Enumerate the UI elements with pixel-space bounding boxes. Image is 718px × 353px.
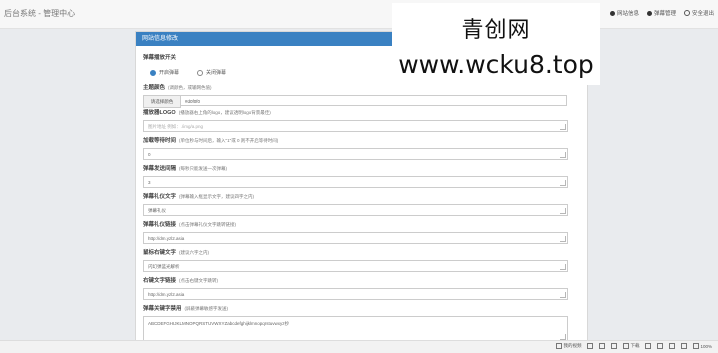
gift-link-label: 弹幕礼仪链接 (点击弹幕礼仪文字跳转链接) <box>143 222 237 228</box>
status-item[interactable] <box>599 343 606 349</box>
status-download[interactable]: 下载 <box>623 343 639 349</box>
retry-input[interactable]: 0 <box>143 148 568 160</box>
gift-text-group: 弹幕礼仪文字 (弹幕输入框显示文字，建议四字之内) 弹幕礼仪 <box>143 192 568 216</box>
top-nav: 网站信息 弹幕管理 安全退出 <box>609 9 714 17</box>
interval-label: 弹幕发送间隔 (每秒只能发送一次弹幕) <box>143 166 228 172</box>
status-item[interactable] <box>657 343 664 349</box>
retry-value: 0 <box>148 152 151 157</box>
right-link-value: http://dm.yzl2.asia <box>148 292 185 297</box>
power-icon <box>683 10 690 16</box>
nav-danmaku[interactable]: 弹幕管理 <box>646 9 676 17</box>
logo-group: 播放器LOGO (播放器右上角的logo，建议透明logo背景最佳) 图片地址 例… <box>143 108 568 132</box>
logo-label: 播放器LOGO (播放器右上角的logo，建议透明logo背景最佳) <box>143 110 271 116</box>
logo-placeholder: 图片地址 例如：./img/a.png <box>148 124 204 129</box>
radio-label: 关闭弹幕 <box>206 70 227 76</box>
nav-label: 安全退出 <box>691 11 714 17</box>
video-icon <box>556 343 563 349</box>
interval-group: 弹幕发送间隔 (每秒只能发送一次弹幕) 3 <box>143 164 568 188</box>
resize-grip-icon[interactable] <box>560 208 566 214</box>
gift-link-group: 弹幕礼仪链接 (点击弹幕礼仪文字跳转链接) http://dm.yzl2.asia <box>143 220 568 244</box>
right-link-label: 右键文字链接 (点击右键文字跳转) <box>143 278 219 284</box>
screen-icon <box>599 343 606 349</box>
interval-value: 3 <box>148 180 151 185</box>
nav-logout[interactable]: 安全退出 <box>683 9 714 17</box>
status-item[interactable] <box>587 343 594 349</box>
interval-input[interactable]: 3 <box>143 176 568 188</box>
resize-grip-icon[interactable] <box>560 180 566 186</box>
color-row: 请选择颜色 #d0f0f0 <box>143 95 567 108</box>
blocked-words-value: ABCDEFGHIJKLMNOPQRSTUVWXYZabcdefghijklmn… <box>148 321 290 326</box>
right-link-group: 右键文字链接 (点击右键文字跳转) http://dm.yzl2.asia <box>143 276 568 300</box>
retry-label: 加载等待时间 (单位秒与时间后，输入"1"或 0 则不开启等待时间) <box>143 138 279 144</box>
radio-on[interactable]: 开启弹幕 <box>150 69 179 76</box>
switch-label: 弹幕播放开关 <box>143 55 177 61</box>
grid-icon <box>611 343 618 349</box>
watermark-url: www.wcku8.top <box>398 50 594 79</box>
gift-text-label: 弹幕礼仪文字 (弹幕输入框显示文字，建议四字之内) <box>143 194 255 200</box>
right-text-label: 鼠标右键文字 (建议六字之内) <box>143 250 210 256</box>
blocked-words-label: 弹幕关键字禁用 (屏蔽弹幕敏感字发送) <box>143 306 229 312</box>
speaker-icon <box>681 343 688 349</box>
status-label: 我的视频 <box>563 343 582 348</box>
pick-color-button[interactable]: 请选择颜色 <box>143 95 181 108</box>
resize-grip-icon[interactable] <box>560 152 566 158</box>
logo-input[interactable]: 图片地址 例如：./img/a.png <box>143 120 568 132</box>
color-value-input[interactable]: #d0f0f0 <box>181 95 567 106</box>
theme-color-group: 主题颜色 (调颜色，或输网色值) 请选择颜色 #d0f0f0 <box>143 83 567 108</box>
status-item[interactable] <box>669 343 676 349</box>
zoom-icon <box>693 343 700 349</box>
gift-text-input[interactable]: 弹幕礼仪 <box>143 204 568 216</box>
watermark-banner: 青创网 www.wcku8.top <box>392 3 600 85</box>
info-icon <box>646 10 652 16</box>
square-icon <box>587 343 594 349</box>
status-my-video[interactable]: 我的视频 <box>556 343 581 349</box>
radio-unchecked-icon <box>197 69 204 76</box>
gift-link-input[interactable]: http://dm.yzl2.asia <box>143 232 568 244</box>
resize-grip-icon[interactable] <box>560 124 566 130</box>
gift-text-value: 弹幕礼仪 <box>148 208 166 213</box>
status-item[interactable] <box>681 343 688 349</box>
download-icon <box>623 343 630 349</box>
app-title: 后台系统 - 管理中心 <box>4 9 76 18</box>
radio-label: 开启弹幕 <box>159 70 180 76</box>
sound-icon <box>669 343 676 349</box>
settings-icon <box>609 10 615 16</box>
right-text-input[interactable]: 闪幻弹蓝光解析 <box>143 260 568 272</box>
nav-label: 网站信息 <box>616 11 639 17</box>
watermark-cn: 青创网 <box>461 17 531 42</box>
status-icons: 我的视频 下载 100% <box>556 343 712 349</box>
status-zoom[interactable]: 100% <box>693 343 712 349</box>
blocked-words-group: 弹幕关键字禁用 (屏蔽弹幕敏感字发送) ABCDEFGHIJKLMNOPQRSTU… <box>143 304 568 342</box>
top-bar: 后台系统 - 管理中心 网站信息 弹幕管理 安全退出 <box>0 0 718 29</box>
status-item[interactable] <box>611 343 618 349</box>
resize-grip-icon[interactable] <box>560 292 566 298</box>
gift-link-value: http://dm.yzl2.asia <box>148 236 185 241</box>
retry-group: 加载等待时间 (单位秒与时间后，输入"1"或 0 则不开启等待时间) 0 <box>143 136 568 160</box>
nav-site-info[interactable]: 网站信息 <box>609 9 639 17</box>
resize-grip-icon[interactable] <box>560 236 566 242</box>
status-bar: 我的视频 下载 100% <box>0 340 718 353</box>
switch-group: 弹幕播放开关 开启弹幕 关闭弹幕 <box>143 53 226 76</box>
status-label: 下载 <box>630 343 640 348</box>
window-icon <box>657 343 664 349</box>
radio-checked-icon <box>150 69 156 76</box>
blocked-words-input[interactable]: ABCDEFGHIJKLMNOPQRSTUVWXYZabcdefghijklmn… <box>143 316 568 342</box>
status-item[interactable] <box>645 343 652 349</box>
box-icon <box>645 343 652 349</box>
radio-off[interactable]: 关闭弹幕 <box>197 69 226 76</box>
right-text-value: 闪幻弹蓝光解析 <box>148 264 180 269</box>
right-text-group: 鼠标右键文字 (建议六字之内) 闪幻弹蓝光解析 <box>143 248 568 272</box>
status-label: 100% <box>700 343 712 349</box>
nav-label: 弹幕管理 <box>653 11 676 17</box>
resize-grip-icon[interactable] <box>560 264 566 270</box>
switch-radios: 开启弹幕 关闭弹幕 <box>143 69 226 76</box>
right-link-input[interactable]: http://dm.yzl2.asia <box>143 288 568 300</box>
